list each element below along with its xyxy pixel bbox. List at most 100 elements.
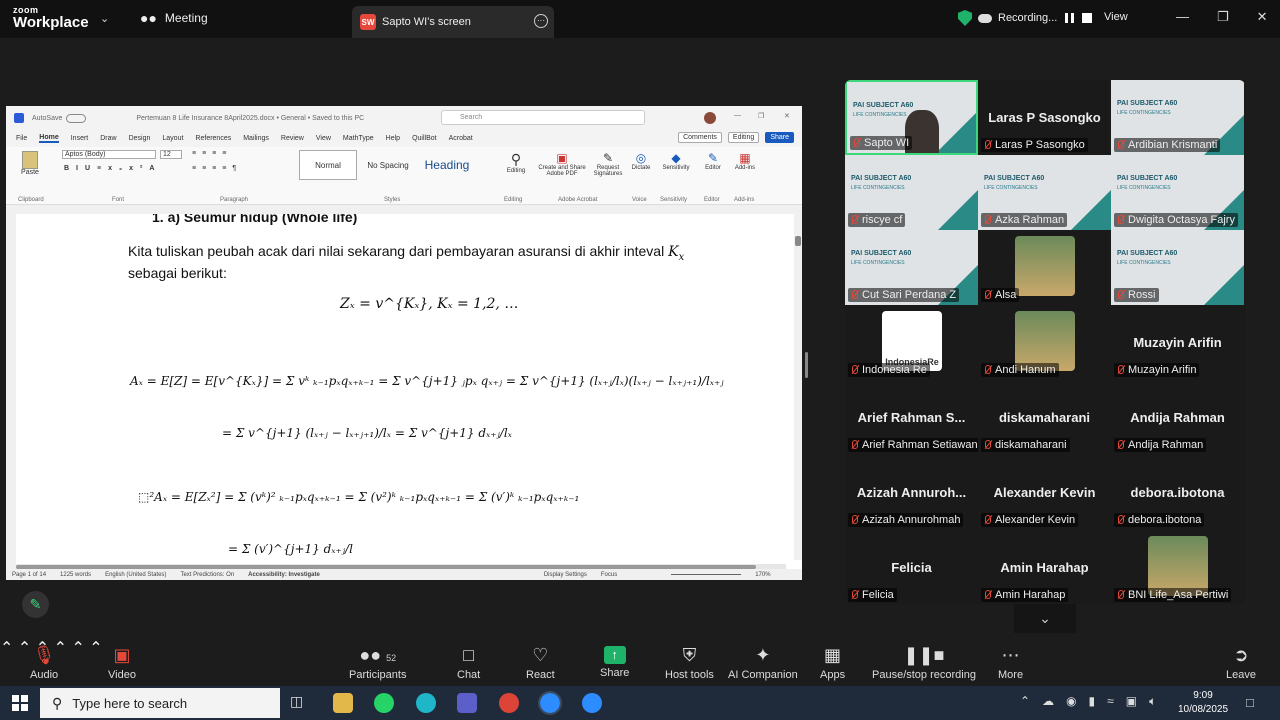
- comments-button[interactable]: Comments: [678, 132, 722, 143]
- participant-tile[interactable]: Alexander Kevin Alexander Kevin: [978, 455, 1111, 530]
- menu-help[interactable]: Help: [386, 135, 400, 142]
- user-avatar[interactable]: [704, 112, 716, 124]
- apps-caret-icon[interactable]: ⌃: [89, 640, 102, 657]
- wifi-icon[interactable]: ≈: [1107, 694, 1114, 709]
- stop-recording-icon[interactable]: [1082, 13, 1093, 23]
- autosave-label[interactable]: AutoSave: [32, 115, 62, 122]
- participant-tile[interactable]: Azizah Annuroh... Azizah Annurohmah: [845, 455, 978, 530]
- status-predictions[interactable]: Text Predictions: On: [180, 572, 234, 578]
- word-minimize-icon[interactable]: —: [734, 112, 741, 119]
- file-explorer-icon[interactable]: [333, 693, 353, 713]
- display-icon[interactable]: ▣: [1126, 694, 1137, 709]
- menu-home[interactable]: Home: [39, 134, 59, 143]
- vertical-scrollbar[interactable]: [794, 214, 802, 560]
- menu-layout[interactable]: Layout: [162, 135, 183, 142]
- participant-tile[interactable]: Muzayin Arifin Muzayin Arifin: [1111, 305, 1244, 380]
- status-words[interactable]: 1225 words: [60, 572, 91, 578]
- menu-references[interactable]: References: [195, 135, 231, 142]
- word-restore-icon[interactable]: ❐: [758, 112, 764, 120]
- menu-design[interactable]: Design: [129, 135, 151, 142]
- tray-overflow-icon[interactable]: ⌃: [1020, 694, 1030, 709]
- word-share-button[interactable]: Share: [765, 132, 794, 143]
- usb-icon[interactable]: ▮: [1089, 694, 1096, 709]
- react-button[interactable]: ♡ React: [526, 644, 555, 681]
- autosave-toggle[interactable]: [66, 113, 87, 123]
- chat-button[interactable]: □ Chat: [457, 644, 480, 681]
- whatsapp-icon[interactable]: [374, 693, 394, 713]
- onedrive-icon[interactable]: ☁: [1042, 694, 1054, 709]
- alignment-buttons[interactable]: ≡≡≡≡¶: [192, 165, 242, 172]
- participant-tile[interactable]: BNI Life_Asa Pertiwi: [1111, 530, 1244, 604]
- request-signatures-button[interactable]: ✎ Request Signatures: [590, 151, 626, 177]
- more-options-icon[interactable]: ···: [534, 14, 548, 28]
- status-language[interactable]: English (United States): [105, 572, 166, 578]
- audio-options-caret-icon[interactable]: ⌃: [0, 640, 13, 657]
- status-accessibility[interactable]: Accessibility: Investigate: [248, 572, 320, 578]
- participant-tile[interactable]: Andi Hanum: [978, 305, 1111, 380]
- participant-tile[interactable]: Laras P Sasongko Laras P Sasongko: [978, 80, 1111, 155]
- status-zoom-level[interactable]: 170%: [755, 572, 770, 578]
- meeting-tab[interactable]: ●● Meeting: [140, 10, 208, 26]
- taskbar-search[interactable]: ⚲ Type here to search: [40, 688, 280, 718]
- close-icon[interactable]: ✕: [1257, 9, 1268, 25]
- panel-divider-handle[interactable]: [805, 352, 808, 378]
- participant-tile[interactable]: PAI SUBJECT A60 LIFE CONTINGENCIES Sapto W…: [845, 80, 978, 155]
- menu-view[interactable]: View: [316, 135, 331, 142]
- participant-tile[interactable]: PAI SUBJECT A60 LIFE CONTINGENCIES Dwigita…: [1111, 155, 1244, 230]
- share-caret-icon[interactable]: ⌃: [71, 640, 84, 657]
- participants-button[interactable]: ●● 52 Participants: [349, 644, 406, 681]
- menu-review[interactable]: Review: [281, 135, 304, 142]
- participant-tile[interactable]: Felicia Felicia: [845, 530, 978, 604]
- video-button[interactable]: ▣ Video: [108, 644, 136, 681]
- volume-icon[interactable]: 🔈︎: [1149, 694, 1156, 709]
- participant-tile[interactable]: debora.ibotona debora.ibotona: [1111, 455, 1244, 530]
- editing-button[interactable]: ⚲ Editing: [501, 151, 531, 174]
- participant-tile[interactable]: diskamaharani diskamaharani: [978, 380, 1111, 455]
- leave-button[interactable]: ➲ Leave: [1226, 644, 1256, 681]
- participant-tile[interactable]: Andija Rahman Andija Rahman: [1111, 380, 1244, 455]
- status-display-settings[interactable]: Display Settings: [544, 572, 587, 578]
- zoom-app-icon[interactable]: [538, 691, 562, 715]
- view-button[interactable]: View: [1104, 11, 1128, 23]
- dictate-button[interactable]: ◎ Dictate: [628, 151, 654, 171]
- participant-tile[interactable]: PAI SUBJECT A60 LIFE CONTINGENCIES riscye …: [845, 155, 978, 230]
- minimize-icon[interactable]: —: [1176, 9, 1189, 25]
- windows-start-icon[interactable]: [12, 695, 28, 711]
- pause-stop-recording-button[interactable]: ❚❚■ Pause/stop recording: [872, 644, 976, 681]
- task-view-icon[interactable]: ◫: [290, 693, 310, 713]
- security-icon[interactable]: ◉: [1066, 694, 1076, 709]
- document-page[interactable]: 1. a) Seumur hidup (Whole life) Kita tul…: [6, 214, 796, 570]
- vertical-scroll-thumb[interactable]: [795, 236, 801, 246]
- editor-button[interactable]: ✎ Editor: [700, 151, 726, 171]
- teams-icon[interactable]: [457, 693, 477, 713]
- pause-recording-icon[interactable]: [1065, 13, 1075, 23]
- zoom-logo[interactable]: zoom Workplace: [13, 6, 89, 31]
- paragraph-buttons[interactable]: ≡≡≡≡: [192, 150, 232, 157]
- canva-icon[interactable]: [416, 693, 436, 713]
- participant-tile[interactable]: Amin Harahap Amin Harahap: [978, 530, 1111, 604]
- create-pdf-button[interactable]: ▣ Create and Share Adobe PDF: [534, 151, 590, 177]
- menu-insert[interactable]: Insert: [71, 135, 89, 142]
- status-focus[interactable]: Focus: [601, 572, 617, 578]
- participant-tile[interactable]: Alsa: [978, 230, 1111, 305]
- style-heading[interactable]: Heading: [418, 150, 476, 180]
- annotate-pen-icon[interactable]: ✎: [22, 591, 49, 618]
- shared-screen-tab[interactable]: SW Sapto WI's screen ···: [352, 6, 554, 38]
- menu-quillbot[interactable]: QuillBot: [412, 135, 437, 142]
- menu-draw[interactable]: Draw: [100, 135, 116, 142]
- zoom-app-icon-2[interactable]: [582, 693, 602, 713]
- participant-tile[interactable]: PAI SUBJECT A60 LIFE CONTINGENCIES Rossi: [1111, 230, 1244, 305]
- chevron-down-icon[interactable]: ⌄: [100, 12, 109, 25]
- apps-button[interactable]: ▦ Apps: [820, 644, 845, 681]
- paste-button[interactable]: Paste: [16, 151, 44, 176]
- participant-tile[interactable]: PAI SUBJECT A60 LIFE CONTINGENCIES Cut Sar…: [845, 230, 978, 305]
- participant-tile[interactable]: Arief Rahman S... Arief Rahman Setiawan: [845, 380, 978, 455]
- audio-button[interactable]: 🎙︎ Audio: [30, 644, 58, 681]
- host-tools-button[interactable]: ⛨ Host tools: [665, 644, 714, 681]
- participant-tile[interactable]: IndonesiaRe Indonesia Re: [845, 305, 978, 380]
- word-close-icon[interactable]: ✕: [784, 112, 790, 120]
- font-format-buttons[interactable]: BIU≡x₂x²A: [64, 165, 161, 172]
- font-size-box[interactable]: 12: [160, 150, 182, 159]
- style-normal[interactable]: Normal: [299, 150, 357, 180]
- menu-mailings[interactable]: Mailings: [243, 135, 269, 142]
